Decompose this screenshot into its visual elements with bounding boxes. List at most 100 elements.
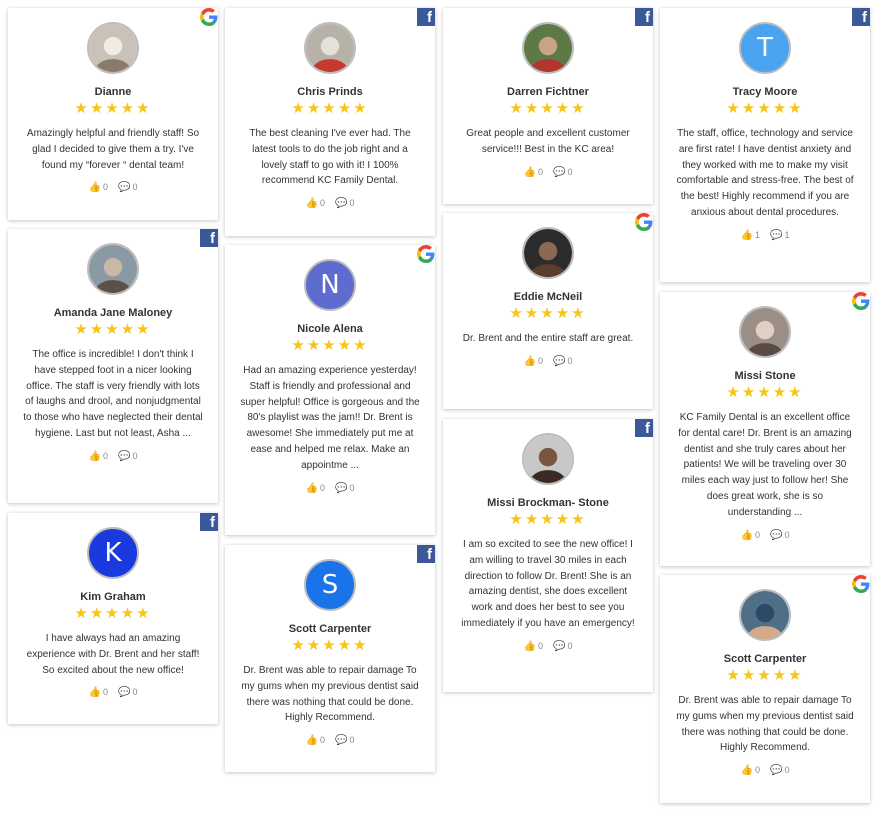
star-rating: ★★★★★: [726, 384, 804, 401]
like-button[interactable]: 👍 0: [89, 687, 108, 698]
comment-icon: 💬: [553, 640, 566, 652]
comment-icon: 💬: [335, 735, 348, 747]
comment-count: 0: [567, 640, 573, 651]
avatar-initial: N: [320, 270, 340, 300]
like-count: 0: [754, 765, 760, 776]
facebook-icon[interactable]: f: [635, 419, 653, 437]
comment-icon: 💬: [118, 182, 131, 194]
review-meta: 👍 0 💬 0: [443, 356, 653, 367]
like-button[interactable]: 👍 1: [741, 230, 760, 241]
thumbs-up-icon: 👍: [523, 355, 536, 367]
comment-count: 0: [784, 529, 790, 540]
reviewer-name: Chris Prinds: [297, 86, 363, 98]
thumbs-up-icon: 👍: [740, 229, 753, 241]
like-count: 0: [102, 182, 108, 193]
avatar-initial: T: [757, 33, 773, 63]
google-icon[interactable]: [635, 213, 653, 231]
comment-button[interactable]: 💬 0: [118, 451, 137, 462]
avatar: [87, 22, 139, 74]
like-button[interactable]: 👍 0: [89, 451, 108, 462]
review-card: f Chris Prinds ★★★★★ The best cleaning I've…: [225, 8, 435, 236]
comment-count: 0: [349, 198, 355, 209]
comment-count: 1: [784, 229, 790, 240]
comment-icon: 💬: [770, 765, 783, 777]
comment-count: 0: [349, 482, 355, 493]
thumbs-up-icon: 👍: [523, 166, 536, 178]
like-button[interactable]: 👍 0: [741, 765, 760, 776]
comment-button[interactable]: 💬 0: [335, 198, 354, 209]
comment-count: 0: [784, 765, 790, 776]
comment-button[interactable]: 💬 0: [770, 765, 789, 776]
facebook-icon[interactable]: f: [417, 8, 435, 26]
like-count: 0: [754, 529, 760, 540]
avatar: T: [739, 22, 791, 74]
google-icon[interactable]: [417, 245, 435, 263]
comment-button[interactable]: 💬 0: [553, 356, 572, 367]
reviewer-name: Nicole Alena: [297, 323, 363, 335]
star-rating: ★★★★★: [509, 100, 587, 117]
review-text: The best cleaning I've ever had. The lat…: [249, 128, 411, 187]
review-card: Eddie McNeil ★★★★★ Dr. Brent and the entir…: [443, 213, 653, 409]
review-card: f Darren Fichtner ★★★★★ Great people and ex…: [443, 8, 653, 204]
comment-button[interactable]: 💬 0: [770, 530, 789, 541]
review-card: f K Kim Graham ★★★★★ I have always had an am…: [8, 513, 218, 724]
review-card: f Missi Brockman- Stone ★★★★★ I am so excit…: [443, 419, 653, 692]
star-rating: ★★★★★: [291, 337, 369, 354]
avatar: [522, 227, 574, 279]
like-button[interactable]: 👍 0: [741, 530, 760, 541]
comment-button[interactable]: 💬 0: [553, 167, 572, 178]
like-button[interactable]: 👍 0: [89, 182, 108, 193]
avatar: N: [304, 259, 356, 311]
like-count: 0: [319, 735, 325, 746]
star-rating: ★★★★★: [291, 100, 369, 117]
star-rating: ★★★★★: [74, 100, 152, 117]
avatar: [522, 22, 574, 74]
like-count: 1: [754, 229, 760, 240]
comment-count: 0: [567, 355, 573, 366]
review-meta: 👍 0 💬 0: [225, 198, 435, 209]
facebook-icon[interactable]: f: [635, 8, 653, 26]
star-rating: ★★★★★: [509, 511, 587, 528]
review-card: Dianne ★★★★★ Amazingly helpful and friendl…: [8, 8, 218, 220]
avatar: [304, 22, 356, 74]
google-icon[interactable]: [852, 292, 870, 310]
like-button[interactable]: 👍 0: [524, 641, 543, 652]
review-text: Great people and excellent customer serv…: [466, 128, 630, 155]
comment-button[interactable]: 💬 0: [118, 182, 137, 193]
like-button[interactable]: 👍 0: [524, 167, 543, 178]
comment-count: 0: [132, 687, 138, 698]
reviewer-name: Darren Fichtner: [507, 86, 589, 98]
avatar: S: [304, 559, 356, 611]
google-icon[interactable]: [852, 575, 870, 593]
comment-button[interactable]: 💬 0: [118, 687, 137, 698]
review-card: N Nicole Alena ★★★★★ Had an amazing experie…: [225, 245, 435, 535]
comment-button[interactable]: 💬 0: [335, 735, 354, 746]
comment-count: 0: [132, 450, 138, 461]
reviewer-name: Scott Carpenter: [723, 653, 807, 665]
like-count: 0: [537, 355, 543, 366]
thumbs-up-icon: 👍: [305, 482, 318, 494]
like-button[interactable]: 👍 0: [306, 483, 325, 494]
avatar-initial: S: [321, 570, 339, 600]
like-button[interactable]: 👍 0: [524, 356, 543, 367]
comment-button[interactable]: 💬 0: [335, 483, 354, 494]
facebook-icon[interactable]: f: [852, 8, 870, 26]
review-meta: 👍 0 💬 0: [225, 483, 435, 494]
review-card: Missi Stone ★★★★★ KC Family Dental is an e…: [660, 292, 870, 566]
thumbs-up-icon: 👍: [740, 765, 753, 777]
comment-button[interactable]: 💬 1: [770, 230, 789, 241]
reviewer-name: Kim Graham: [80, 591, 146, 603]
google-icon[interactable]: [200, 8, 218, 26]
comment-icon: 💬: [335, 482, 348, 494]
like-button[interactable]: 👍 0: [306, 198, 325, 209]
review-meta: 👍 0 💬 0: [443, 167, 653, 178]
like-button[interactable]: 👍 0: [306, 735, 325, 746]
facebook-icon[interactable]: f: [417, 545, 435, 563]
comment-button[interactable]: 💬 0: [553, 641, 572, 652]
comment-icon: 💬: [553, 355, 566, 367]
facebook-icon[interactable]: f: [200, 513, 218, 531]
facebook-icon[interactable]: f: [200, 229, 218, 247]
review-text: Dr. Brent was able to repair damage To m…: [241, 665, 419, 724]
review-meta: 👍 0 💬 0: [660, 765, 870, 776]
comment-icon: 💬: [118, 450, 131, 462]
